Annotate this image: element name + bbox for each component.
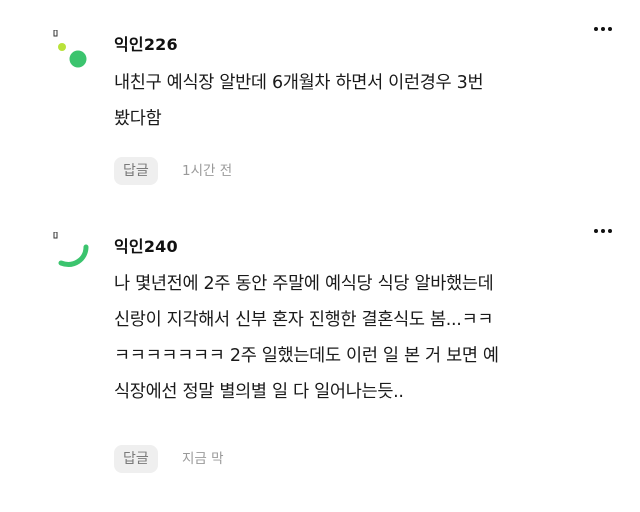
comment-body-line: ㅋㅋㅋㅋㅋㅋㅋ 2주 일했는데도 이런 일 본 거 보면 예	[114, 346, 499, 366]
reply-button[interactable]: 답글	[114, 157, 158, 185]
comment-timestamp: 1시간 전	[182, 163, 233, 179]
comment-body-line: 나 몇년전에 2주 동안 주말에 예식당 식당 알바했는데	[114, 274, 494, 294]
comment-body-line: 봤다함	[114, 109, 162, 129]
comment-username[interactable]: 익인226	[114, 31, 178, 55]
more-options-icon	[594, 27, 612, 31]
reply-button[interactable]: 답글	[114, 445, 158, 473]
comment-body-line: 내친구 예식장 알반데 6개월차 하면서 이런경우 3번	[114, 73, 484, 93]
more-options-button[interactable]	[592, 224, 614, 238]
more-options-button[interactable]	[592, 22, 614, 36]
comment-body-line: 신랑이 지각해서 신부 혼자 진행한 결혼식도 봄...ㅋㅋ	[114, 310, 494, 330]
comment-body: 나 몇년전에 2주 동안 주말에 예식당 식당 알바했는데 신랑이 지각해서 신…	[114, 266, 619, 410]
comment-body-line: 식장에선 정말 별의별 일 다 일어나는듯..	[114, 382, 404, 402]
comment-body: 내친구 예식장 알반데 6개월차 하면서 이런경우 3번 봤다함	[114, 65, 619, 137]
avatar-icon	[50, 30, 94, 74]
avatar-icon	[50, 232, 94, 276]
more-options-icon	[594, 229, 612, 233]
comment-username[interactable]: 익인240	[114, 233, 178, 257]
comment-timestamp: 지금 막	[182, 451, 224, 467]
